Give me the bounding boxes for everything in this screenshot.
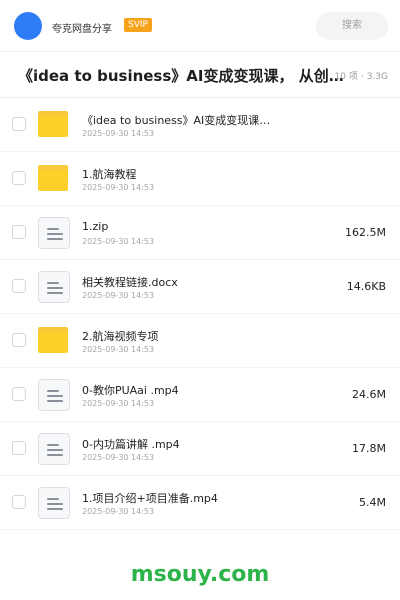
item-name: 相关教程链接.docx: [82, 276, 178, 289]
list-item[interactable]: 《idea to business》AI变成变现课… 2025-09-30 14:…: [0, 98, 400, 152]
checkbox[interactable]: [12, 225, 26, 239]
item-date: 2025-09-30 14:53: [82, 453, 155, 462]
total-size: 3.3G: [366, 72, 388, 82]
app-name: 夸克网盘分享: [52, 24, 112, 35]
checkbox[interactable]: [12, 171, 26, 185]
list-item[interactable]: 1.航海教程 2025-09-30 14:53: [0, 152, 400, 206]
search-input[interactable]: 搜索: [316, 12, 388, 40]
folder-title-row: 《idea to business》AI变成变现课， 从创意到… 10 项 · 3.…: [0, 52, 400, 98]
svip-badge: SVIP: [124, 18, 152, 32]
checkbox[interactable]: [12, 117, 26, 131]
list-item[interactable]: 0-教你PUAai .mp4 2025-09-30 14:53 24.6M: [0, 368, 400, 422]
checkbox[interactable]: [12, 387, 26, 401]
item-name: 《idea to business》AI变成变现课…: [82, 114, 271, 127]
folder-icon: [38, 163, 70, 195]
item-name: 0-内功篇讲解 .mp4: [82, 438, 180, 451]
list-item[interactable]: 相关教程链接.docx 2025-09-30 14:53 14.6KB: [0, 260, 400, 314]
folder-meta: 10 项 · 3.3G: [335, 69, 389, 82]
page-title: 《idea to business》AI变成变现课， 从创意到…: [18, 67, 344, 85]
avatar[interactable]: [14, 12, 42, 40]
item-size: 14.6KB: [346, 280, 386, 293]
folder-icon: [38, 325, 70, 357]
item-date: 2025-09-30 14:53: [82, 399, 155, 408]
item-name: 2.航海视频专项: [82, 330, 159, 343]
file-icon: [38, 379, 70, 411]
list-item[interactable]: 1.项目介绍+项目准备.mp4 2025-09-30 14:53 5.4M: [0, 476, 400, 530]
item-size: 162.5M: [345, 226, 386, 239]
list-item[interactable]: 2.航海视频专项 2025-09-30 14:53: [0, 314, 400, 368]
item-date: 2025-09-30 14:53: [82, 291, 155, 300]
item-date: 2025-09-30 14:53: [82, 345, 155, 354]
item-size: 24.6M: [352, 388, 386, 401]
item-name: 1.航海教程: [82, 168, 137, 181]
item-date: 2025-09-30 14:53: [82, 183, 155, 192]
checkbox[interactable]: [12, 279, 26, 293]
file-icon: [38, 487, 70, 519]
file-icon: [38, 433, 70, 465]
header: 夸克网盘分享 SVIP 搜索: [0, 0, 400, 52]
item-name: 0-教你PUAai .mp4: [82, 384, 179, 397]
item-size: 5.4M: [359, 496, 386, 509]
list-item[interactable]: 0-内功篇讲解 .mp4 2025-09-30 14:53 17.8M: [0, 422, 400, 476]
meta-separator: ·: [360, 72, 364, 82]
watermark: msouy.com: [130, 562, 270, 587]
checkbox[interactable]: [12, 333, 26, 347]
item-count: 10 项: [334, 72, 358, 82]
item-date: 2025-09-30 14:53: [82, 129, 155, 138]
file-icon: [38, 271, 70, 303]
checkbox[interactable]: [12, 495, 26, 509]
checkbox[interactable]: [12, 441, 26, 455]
item-date: 2025-09-30 14:53: [82, 237, 155, 246]
item-date: 2025-09-30 14:53: [82, 507, 155, 516]
item-size: 17.8M: [352, 442, 386, 455]
folder-icon: [38, 109, 70, 141]
file-icon: [38, 217, 70, 249]
file-list: 《idea to business》AI变成变现课… 2025-09-30 14:…: [0, 98, 400, 530]
list-item[interactable]: 1.zip 2025-09-30 14:53 162.5M: [0, 206, 400, 260]
item-name: 1.zip: [82, 220, 109, 233]
item-name: 1.项目介绍+项目准备.mp4: [82, 492, 218, 505]
